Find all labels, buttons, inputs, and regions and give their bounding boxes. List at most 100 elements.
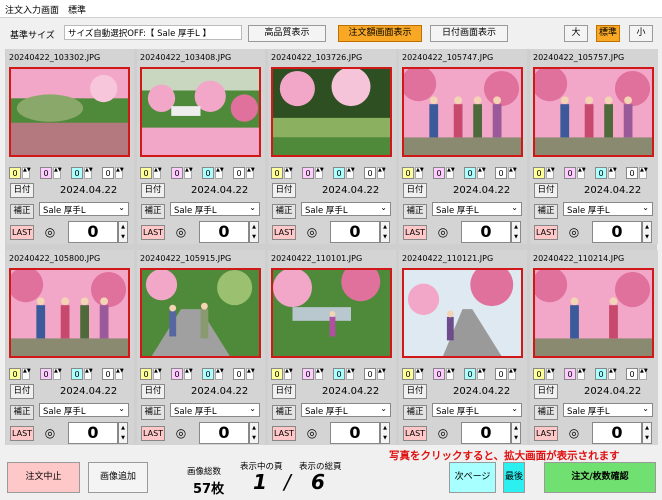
date-button[interactable]: 日付 <box>141 384 165 399</box>
eye-icon[interactable]: ◎ <box>42 425 58 441</box>
count-spin-icon[interactable]: ▲ ▼ <box>249 221 259 243</box>
quantity-box[interactable]: 0 <box>595 167 607 179</box>
quantity-box[interactable]: 0 <box>302 368 314 380</box>
count-spin-icon[interactable]: ▲ ▼ <box>642 422 652 444</box>
correction-button[interactable]: 補正 <box>534 204 558 219</box>
quantity-box[interactable]: 0 <box>495 167 507 179</box>
count-spin-icon[interactable]: ▲ ▼ <box>380 422 390 444</box>
quantity-box[interactable]: 0 <box>171 368 183 380</box>
photo-thumbnail[interactable] <box>271 67 392 157</box>
photo-thumbnail[interactable] <box>533 268 654 358</box>
quantity-box[interactable]: 0 <box>233 167 245 179</box>
date-button[interactable]: 日付 <box>534 183 558 198</box>
date-view-button[interactable]: 日付画面表示 <box>430 25 508 42</box>
quantity-spin-icon[interactable]: ▲▼ <box>284 368 293 380</box>
quantity-box[interactable]: 0 <box>302 167 314 179</box>
photo-thumbnail[interactable] <box>271 268 392 358</box>
correction-button[interactable]: 補正 <box>534 405 558 420</box>
quantity-spin-icon[interactable]: ▲▼ <box>246 368 255 380</box>
quantity-spin-icon[interactable]: ▲▼ <box>115 167 124 179</box>
last-button[interactable]: LAST <box>272 426 296 441</box>
quantity-box[interactable]: 0 <box>495 368 507 380</box>
correction-button[interactable]: 補正 <box>141 204 165 219</box>
quantity-box[interactable]: 0 <box>271 368 283 380</box>
quantity-box[interactable]: 0 <box>564 368 576 380</box>
quantity-spin-icon[interactable]: ▲▼ <box>215 368 224 380</box>
quantity-spin-icon[interactable]: ▲▼ <box>446 167 455 179</box>
correction-button[interactable]: 補正 <box>272 204 296 219</box>
size-selection-field[interactable]: サイズ自動選択OFF:【 Sale 厚手L 】 <box>64 25 242 40</box>
count-spin-icon[interactable]: ▲ ▼ <box>118 422 128 444</box>
eye-icon[interactable]: ◎ <box>173 224 189 240</box>
quantity-box[interactable]: 0 <box>626 167 638 179</box>
print-count-field[interactable]: 0 <box>68 422 118 444</box>
eye-icon[interactable]: ◎ <box>304 224 320 240</box>
quantity-spin-icon[interactable]: ▲▼ <box>546 368 555 380</box>
photo-thumbnail[interactable] <box>9 268 130 358</box>
quantity-box[interactable]: 0 <box>364 167 376 179</box>
eye-icon[interactable]: ◎ <box>566 425 582 441</box>
date-button[interactable]: 日付 <box>141 183 165 198</box>
paper-size-select[interactable]: Sale 厚手L ⌄ <box>39 403 129 417</box>
quantity-box[interactable]: 0 <box>271 167 283 179</box>
quantity-box[interactable]: 0 <box>202 368 214 380</box>
quantity-box[interactable]: 0 <box>433 167 445 179</box>
quantity-spin-icon[interactable]: ▲▼ <box>215 167 224 179</box>
correction-button[interactable]: 補正 <box>272 405 296 420</box>
cancel-order-button[interactable]: 注文中止 <box>7 462 80 493</box>
quantity-box[interactable]: 0 <box>333 368 345 380</box>
quantity-box[interactable]: 0 <box>140 368 152 380</box>
quantity-spin-icon[interactable]: ▲▼ <box>377 167 386 179</box>
quantity-spin-icon[interactable]: ▲▼ <box>153 167 162 179</box>
quantity-spin-icon[interactable]: ▲▼ <box>246 167 255 179</box>
order-amount-view-button[interactable]: 注文額画面表示 <box>338 25 422 42</box>
quantity-box[interactable]: 0 <box>533 167 545 179</box>
print-count-field[interactable]: 0 <box>330 422 380 444</box>
last-page-button[interactable]: 最後 <box>503 462 525 493</box>
quantity-box[interactable]: 0 <box>333 167 345 179</box>
last-button[interactable]: LAST <box>141 225 165 240</box>
quantity-spin-icon[interactable]: ▲▼ <box>477 167 486 179</box>
last-button[interactable]: LAST <box>534 426 558 441</box>
last-button[interactable]: LAST <box>403 225 427 240</box>
print-count-field[interactable]: 0 <box>68 221 118 243</box>
count-spin-icon[interactable]: ▲ ▼ <box>249 422 259 444</box>
size-small-button[interactable]: 小 <box>629 25 653 42</box>
quantity-box[interactable]: 0 <box>433 368 445 380</box>
photo-thumbnail[interactable] <box>402 268 523 358</box>
quantity-spin-icon[interactable]: ▲▼ <box>153 368 162 380</box>
photo-thumbnail[interactable] <box>9 67 130 157</box>
eye-icon[interactable]: ◎ <box>304 425 320 441</box>
paper-size-select[interactable]: Sale 厚手L ⌄ <box>39 202 129 216</box>
photo-thumbnail[interactable] <box>140 67 261 157</box>
quantity-box[interactable]: 0 <box>71 368 83 380</box>
eye-icon[interactable]: ◎ <box>173 425 189 441</box>
print-count-field[interactable]: 0 <box>199 422 249 444</box>
print-count-field[interactable]: 0 <box>592 221 642 243</box>
paper-size-select[interactable]: Sale 厚手L ⌄ <box>563 403 653 417</box>
print-count-field[interactable]: 0 <box>199 221 249 243</box>
eye-icon[interactable]: ◎ <box>435 425 451 441</box>
quantity-spin-icon[interactable]: ▲▼ <box>639 368 648 380</box>
count-spin-icon[interactable]: ▲ ▼ <box>511 221 521 243</box>
confirm-order-button[interactable]: 注文/枚数確認 <box>544 462 656 493</box>
count-spin-icon[interactable]: ▲ ▼ <box>380 221 390 243</box>
count-spin-icon[interactable]: ▲ ▼ <box>642 221 652 243</box>
quantity-spin-icon[interactable]: ▲▼ <box>115 368 124 380</box>
quantity-spin-icon[interactable]: ▲▼ <box>377 368 386 380</box>
paper-size-select[interactable]: Sale 厚手L ⌄ <box>301 403 391 417</box>
quantity-spin-icon[interactable]: ▲▼ <box>22 368 31 380</box>
last-button[interactable]: LAST <box>272 225 296 240</box>
quantity-box[interactable]: 0 <box>233 368 245 380</box>
correction-button[interactable]: 補正 <box>10 405 34 420</box>
quantity-spin-icon[interactable]: ▲▼ <box>477 368 486 380</box>
quantity-box[interactable]: 0 <box>140 167 152 179</box>
quantity-spin-icon[interactable]: ▲▼ <box>315 167 324 179</box>
add-image-button[interactable]: 画像追加 <box>88 462 148 493</box>
high-quality-view-button[interactable]: 高品質表示 <box>248 25 326 42</box>
quantity-spin-icon[interactable]: ▲▼ <box>184 368 193 380</box>
quantity-box[interactable]: 0 <box>171 167 183 179</box>
print-count-field[interactable]: 0 <box>461 422 511 444</box>
last-button[interactable]: LAST <box>10 426 34 441</box>
quantity-spin-icon[interactable]: ▲▼ <box>84 368 93 380</box>
